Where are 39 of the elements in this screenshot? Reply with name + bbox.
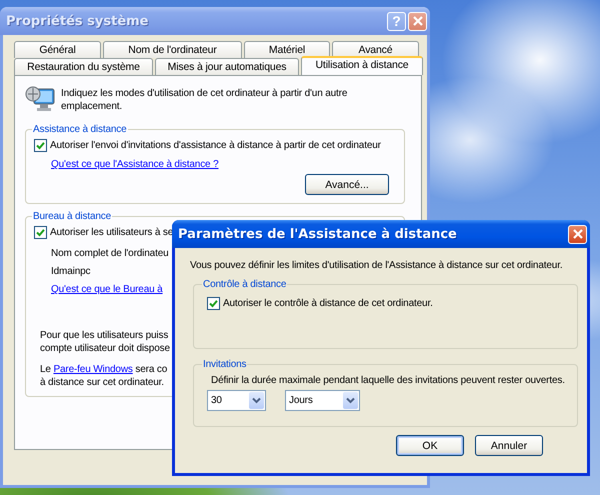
- label-text: Nom complet de l'ordinateu: [51, 248, 169, 259]
- description-text: Vous pouvez définir les limites d'utilisation de l'Assistance à distance sur cet ordinateur.: [190, 260, 562, 271]
- close-icon: [570, 227, 584, 241]
- tab[interactable]: Mises à jour automatiques: [155, 58, 299, 75]
- checkbox[interactable]: [34, 139, 47, 152]
- group-label: Bureau à distance: [32, 211, 112, 222]
- tab[interactable]: Général: [14, 41, 101, 58]
- caret-icon: [252, 397, 261, 404]
- advanced-button[interactable]: Avancé...: [305, 174, 389, 195]
- tab[interactable]: Nom de l'ordinateur: [103, 41, 242, 58]
- dialog-button[interactable]: OK: [396, 435, 464, 456]
- dropdown[interactable]: 30: [207, 390, 266, 411]
- dropdown[interactable]: Jours: [285, 390, 360, 411]
- checkbox[interactable]: [207, 297, 220, 310]
- label-text: Définir la durée maximale pendant laquelle des invitations peuvent rester ouvertes.: [211, 375, 565, 386]
- tab[interactable]: Restauration du système: [14, 58, 153, 75]
- close-icon: [410, 14, 424, 28]
- help-link[interactable]: Qu'est ce que le Bureau à: [51, 284, 163, 295]
- close-button[interactable]: [408, 12, 427, 30]
- checkbox[interactable]: [34, 226, 47, 239]
- tab[interactable]: Matériel: [244, 41, 330, 58]
- computer-icon: [25, 84, 55, 114]
- window-title: Paramètres de l'Assistance à distance: [178, 226, 457, 242]
- checkbox-label: Autoriser le contrôle à distance de cet ordinateur.: [223, 298, 433, 309]
- window-title: Propriétés système: [6, 14, 148, 28]
- description-text: Indiquez les modes d'utilisation de cet ordinateur à partir d'un autre emplacement.: [61, 87, 348, 113]
- firewall-link[interactable]: Pare-feu Windows: [53, 364, 133, 375]
- label-text: Idmainpc: [51, 266, 90, 277]
- group-label: Invitations: [202, 359, 248, 370]
- dialog-button[interactable]: Annuler: [475, 435, 543, 456]
- tab[interactable]: Utilisation à distance: [301, 56, 423, 75]
- help-link[interactable]: Qu'est ce que l'Assistance à distance ?: [51, 159, 219, 170]
- group-label: Contrôle à distance: [202, 279, 288, 290]
- checkbox-label: Autoriser l'envoi d'invitations d'assistance à distance à partir de cet ordinateur: [50, 140, 381, 151]
- info-paragraph: Le Pare-feu Windows sera co à distance sur cet ordinateur.: [40, 363, 168, 389]
- info-paragraph: Pour que les utilisateurs puiss compte utilisateur doit dispose: [40, 329, 170, 355]
- group-label: Assistance à distance: [32, 124, 128, 135]
- caret-icon: [346, 397, 355, 404]
- close-button[interactable]: [568, 224, 587, 244]
